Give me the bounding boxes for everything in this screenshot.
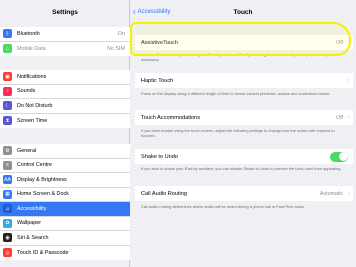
sidebar-item-label: General (17, 147, 37, 154)
call-audio-routing-row[interactable]: Call Audio Routing Automatic › (135, 186, 353, 201)
shake-to-undo-footer: If you tend to shake your iPad by accide… (141, 166, 342, 171)
hourglass-icon: ⧗ (3, 116, 12, 126)
touch-accommodations-footer: If you have trouble using the touch scre… (141, 128, 335, 138)
sidebar-item-label: Do Not Disturb (17, 102, 53, 109)
sidebar-item-value: No SIM (107, 45, 125, 52)
sidebar-item-display-brightness[interactable]: AA Display & Brightness (0, 173, 130, 188)
sidebar-item-label: Control Centre (17, 162, 53, 169)
moon-icon: ☾ (3, 101, 12, 111)
row-label: Haptic Touch (141, 77, 174, 84)
sounds-icon: ♪ (3, 86, 12, 96)
mobile-data-icon: ⌂ (3, 44, 12, 54)
sidebar-item-sounds[interactable]: ♪ Sounds (0, 85, 130, 99)
sidebar-item-do-not-disturb[interactable]: ☾ Do Not Disturb (0, 99, 130, 114)
sidebar-item-label: Sounds (17, 88, 36, 95)
call-audio-routing-footer: Call audio routing determines where audi… (141, 204, 306, 209)
touch-accommodations-group: Touch Accommodations Off › (135, 110, 353, 125)
gear-icon: ⚙ (3, 146, 12, 156)
sidebar-item-label: Screen Time (17, 117, 48, 124)
call-audio-routing-group: Call Audio Routing Automatic › (135, 186, 353, 201)
sidebar-item-general[interactable]: ⚙ General (0, 144, 130, 159)
touch-accommodations-row[interactable]: Touch Accommodations Off › (135, 110, 353, 125)
sidebar-group-notifications: ▣ Notifications ♪ Sounds ☾ Do Not Distur… (0, 70, 130, 128)
grid-icon: ▦ (3, 189, 12, 199)
sidebar-item-label: Mobile Data (17, 45, 46, 52)
fingerprint-icon: ◎ (3, 248, 12, 258)
settings-sidebar: Settings ᛒ Bluetooth On ⌂ Mobile Data No… (0, 0, 130, 267)
sidebar-title: Settings (52, 9, 78, 16)
sidebar-group-connectivity: ᛒ Bluetooth On ⌂ Mobile Data No SIM (0, 27, 130, 56)
chevron-right-icon: › (347, 190, 350, 197)
sidebar-item-label: Wallpaper (17, 220, 42, 227)
bluetooth-icon: ᛒ (3, 29, 12, 39)
siri-icon: ◉ (3, 233, 12, 243)
display-icon: AA (3, 175, 12, 185)
sidebar-item-label: Notifications (17, 73, 47, 80)
haptic-touch-group: Haptic Touch › (135, 73, 353, 88)
shake-to-undo-toggle[interactable] (330, 151, 348, 162)
sidebar-item-bluetooth[interactable]: ᛒ Bluetooth On (0, 27, 130, 42)
sidebar-item-label: Bluetooth (17, 30, 40, 37)
row-label: Touch Accommodations (141, 114, 201, 121)
highlight-annotation (130, 22, 351, 56)
sidebar-item-accessibility[interactable]: ☺ Accessibility (0, 202, 130, 217)
sidebar-item-value: On (117, 30, 125, 37)
shake-to-undo-group: Shake to Undo (135, 149, 353, 164)
flower-icon: ✿ (3, 218, 12, 228)
sidebar-item-mobile-data[interactable]: ⌂ Mobile Data No SIM (0, 42, 130, 57)
sidebar-item-label: Home Screen & Dock (17, 191, 69, 198)
sidebar-item-label: Display & Brightness (17, 176, 67, 183)
sidebar-group-system: ⚙ General ≡ Control Centre AA Display & … (0, 144, 130, 260)
nav-bar: ‹ Accessibility Touch (130, 6, 356, 20)
sidebar-item-label: Touch ID & Passcode (17, 249, 69, 256)
sidebar-item-control-centre[interactable]: ≡ Control Centre (0, 159, 130, 173)
sidebar-item-siri-search[interactable]: ◉ Siri & Search (0, 231, 130, 246)
sliders-icon: ≡ (3, 160, 12, 170)
notifications-icon: ▣ (3, 72, 12, 82)
accessibility-icon: ☺ (3, 204, 12, 214)
sidebar-item-wallpaper[interactable]: ✿ Wallpaper (0, 217, 130, 231)
chevron-right-icon: › (347, 114, 350, 121)
sidebar-item-label: Siri & Search (17, 234, 49, 241)
sidebar-item-touch-id-passcode[interactable]: ◎ Touch ID & Passcode (0, 246, 130, 261)
sidebar-item-home-screen-dock[interactable]: ▦ Home Screen & Dock (0, 188, 130, 202)
row-label: Call Audio Routing (141, 190, 188, 197)
sidebar-item-screen-time[interactable]: ⧗ Screen Time (0, 114, 130, 129)
haptic-touch-footer: Press on the display using a different l… (141, 91, 331, 96)
row-value: Off (336, 114, 343, 121)
shake-to-undo-row: Shake to Undo (135, 149, 353, 164)
sidebar-item-label: Accessibility (17, 205, 47, 212)
row-label: Shake to Undo (141, 153, 179, 160)
page-title: Touch (233, 9, 253, 16)
sidebar-item-notifications[interactable]: ▣ Notifications (0, 70, 130, 85)
chevron-right-icon: › (347, 77, 350, 84)
haptic-touch-row[interactable]: Haptic Touch › (135, 73, 353, 88)
row-value: Automatic (319, 190, 343, 197)
